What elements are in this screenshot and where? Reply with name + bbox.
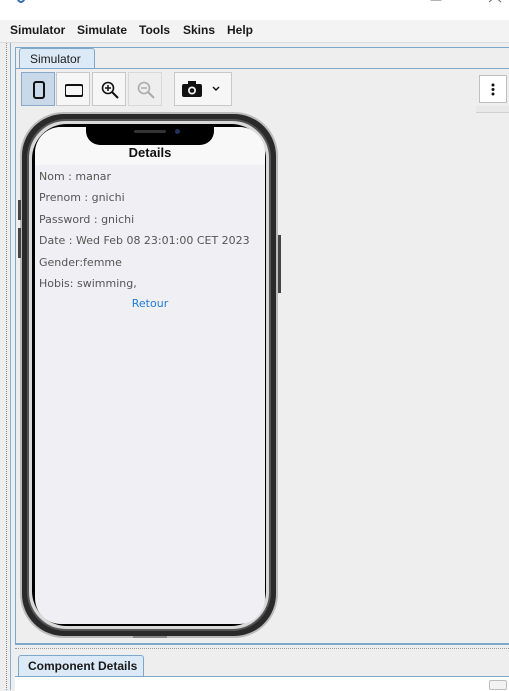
more-vert-icon xyxy=(491,83,495,96)
tab-component-details[interactable]: Component Details xyxy=(18,655,144,677)
menu-tools[interactable]: Tools xyxy=(139,23,170,37)
minimize-icon[interactable] xyxy=(372,0,388,8)
chevron-down-icon[interactable] xyxy=(212,86,220,92)
tab-simulator[interactable]: Simulator xyxy=(19,48,95,69)
landscape-button[interactable] xyxy=(56,72,90,106)
form-title: Details xyxy=(128,145,172,160)
split-divider[interactable] xyxy=(15,648,509,650)
menu-help[interactable]: Help xyxy=(227,23,253,37)
camera-icon xyxy=(182,81,202,97)
more-options-button[interactable] xyxy=(479,75,507,103)
detail-gender: Gender:femme xyxy=(39,256,122,269)
phone-home-indicator xyxy=(133,636,167,638)
phone-volume-button xyxy=(18,200,21,220)
phone-camera xyxy=(175,129,180,134)
app-logo-icon xyxy=(16,0,26,3)
detail-prenom: Prenom : gnichi xyxy=(39,191,125,204)
window-titlebar xyxy=(0,0,509,20)
menu-bar: Simulator Simulate Tools Skins Help xyxy=(0,20,509,43)
dock-border xyxy=(10,43,11,690)
menu-simulator[interactable]: Simulator xyxy=(10,23,65,37)
tab-component-details-label: Component Details xyxy=(28,659,138,673)
screenshot-button[interactable] xyxy=(174,72,232,106)
panel-control-button[interactable] xyxy=(489,680,507,690)
menu-skins[interactable]: Skins xyxy=(183,23,215,37)
phone-power-button xyxy=(278,235,281,293)
maximize-icon[interactable] xyxy=(428,0,444,8)
tab-simulator-label: Simulator xyxy=(30,52,81,66)
right-strip xyxy=(476,106,509,113)
detail-date: Date : Wed Feb 08 23:01:00 CET 2023 xyxy=(39,234,250,247)
phone-volume-button-2 xyxy=(18,228,21,258)
retour-button[interactable]: Retour xyxy=(35,297,265,310)
zoom-in-button[interactable] xyxy=(92,72,126,106)
zoom-out-icon xyxy=(137,81,155,99)
phone-notch xyxy=(86,125,214,145)
zoom-in-icon xyxy=(101,81,119,99)
tab-divider xyxy=(15,68,509,69)
detail-nom: Nom : manar xyxy=(39,170,112,183)
menu-simulate[interactable]: Simulate xyxy=(77,23,127,37)
portrait-icon xyxy=(33,81,45,99)
phone-speaker xyxy=(134,130,166,133)
portrait-button[interactable] xyxy=(21,72,55,106)
panel-bottom-border xyxy=(15,643,509,644)
landscape-icon xyxy=(65,84,83,97)
zoom-out-button[interactable] xyxy=(128,72,162,106)
detail-password: Password : gnichi xyxy=(39,213,135,226)
dock-divider[interactable] xyxy=(6,43,8,690)
close-icon[interactable] xyxy=(487,0,503,8)
component-details-panel xyxy=(15,676,509,691)
detail-hobbies: Hobis: swimming, xyxy=(39,277,137,290)
